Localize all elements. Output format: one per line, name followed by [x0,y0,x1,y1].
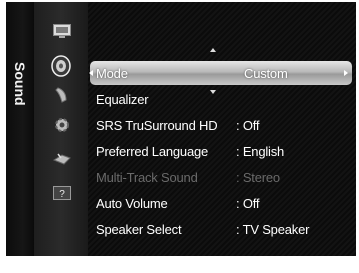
tv-osd-menu: Sound ? Mode Custom Equalizer SRS TruSur… [6,2,356,256]
scroll-up-arrow-icon [210,48,216,52]
right-arrow-icon [344,70,348,76]
menu-item-mode[interactable]: Mode Custom [89,61,352,85]
menu-item-value: Custom [244,65,288,81]
category-tab-column: Sound [6,2,34,256]
menu-item-value: : Off [236,117,260,133]
menu-item-value: : TV Speaker [236,221,310,237]
channel-icon[interactable] [50,84,74,106]
menu-item-value: : Off [236,195,260,211]
menu-item-speaker-select[interactable]: Speaker Select : TV Speaker [88,217,356,241]
menu-item-multi-track-sound: Multi-Track Sound : Stereo [88,165,356,189]
picture-icon[interactable] [50,20,74,42]
menu-item-value: : Stereo [236,169,280,185]
input-icon[interactable] [50,148,74,170]
sound-icon[interactable] [50,55,74,77]
menu-item-label: Auto Volume [96,195,168,211]
menu-item-label: Multi-Track Sound [96,169,198,185]
menu-item-label: Mode [96,65,128,81]
menu-item-equalizer[interactable]: Equalizer [88,87,356,111]
menu-item-auto-volume[interactable]: Auto Volume : Off [88,191,356,215]
menu-item-label: SRS TruSurround HD [96,117,218,133]
menu-item-preferred-language[interactable]: Preferred Language : English [88,139,356,163]
menu-item-label: Preferred Language [96,143,209,159]
menu-item-label: Speaker Select [96,221,182,237]
menu-item-label: Equalizer [96,91,149,107]
menu-item-srs-trusurround[interactable]: SRS TruSurround HD : Off [88,113,356,137]
setup-icon[interactable] [50,114,74,136]
category-icon-column: ? [34,2,88,256]
svg-text:?: ? [59,189,65,200]
sound-tab-label[interactable]: Sound [10,54,30,114]
left-arrow-icon [89,70,93,76]
menu-item-value: : English [236,143,285,159]
support-icon[interactable]: ? [50,182,74,204]
